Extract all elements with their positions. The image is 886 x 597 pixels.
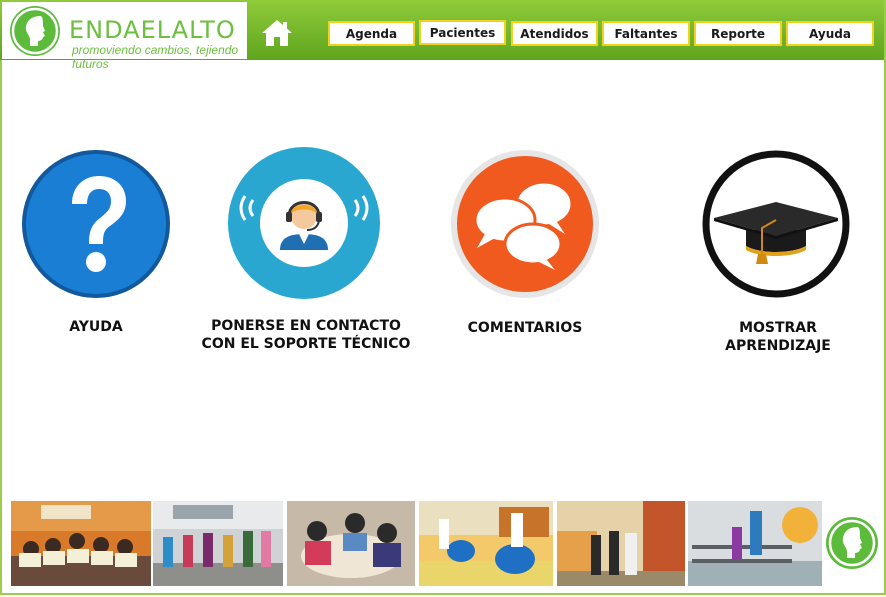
brand-tagline: promoviendo cambios, tejiendo futuros bbox=[72, 43, 239, 71]
support-agent-icon[interactable] bbox=[225, 146, 383, 304]
brand-name: ENDAELALTO bbox=[69, 16, 236, 44]
photo-classroom-activity bbox=[287, 501, 415, 586]
photo-parallel-bars-therapy bbox=[688, 501, 822, 586]
home-icon[interactable] bbox=[260, 18, 294, 48]
tile-aprendizaje-label[interactable]: MOSTRAR APRENDIZAJE bbox=[688, 319, 868, 355]
photo-children-running bbox=[153, 501, 283, 586]
photo-therapy-balls bbox=[419, 501, 553, 586]
tile-support-label-line1: PONERSE EN CONTACTO bbox=[211, 318, 401, 334]
nav-pacientes-button[interactable]: Pacientes bbox=[419, 20, 506, 45]
nav-ayuda-button[interactable]: Ayuda bbox=[786, 21, 874, 46]
nav-agenda-button[interactable]: Agenda bbox=[328, 21, 415, 46]
tile-comentarios-label[interactable]: COMENTARIOS bbox=[455, 319, 595, 337]
tile-support-label-line2: CON EL SOPORTE TÉCNICO bbox=[201, 336, 411, 352]
chat-bubbles-icon[interactable] bbox=[449, 148, 601, 304]
nav-atendidos-button[interactable]: Atendidos bbox=[511, 21, 598, 46]
graduation-cap-icon[interactable] bbox=[700, 148, 852, 304]
question-mark-icon[interactable] bbox=[20, 148, 172, 304]
tile-ayuda-label[interactable]: AYUDA bbox=[46, 318, 146, 336]
logo-face-icon bbox=[10, 6, 60, 56]
brand-logo[interactable]: ENDAELALTO promoviendo cambios, tejiendo… bbox=[2, 2, 247, 71]
top-header: ENDAELALTO promoviendo cambios, tejiendo… bbox=[0, 0, 884, 71]
nav-faltantes-button[interactable]: Faltantes bbox=[602, 21, 690, 46]
photo-children-drawings bbox=[11, 501, 151, 586]
footer-logo-icon bbox=[825, 516, 879, 570]
nav-reporte-button[interactable]: Reporte bbox=[694, 21, 782, 46]
tile-support-label[interactable]: PONERSE EN CONTACTO CON EL SOPORTE TÉCNI… bbox=[196, 317, 416, 353]
photo-hallway-visitors bbox=[557, 501, 685, 586]
